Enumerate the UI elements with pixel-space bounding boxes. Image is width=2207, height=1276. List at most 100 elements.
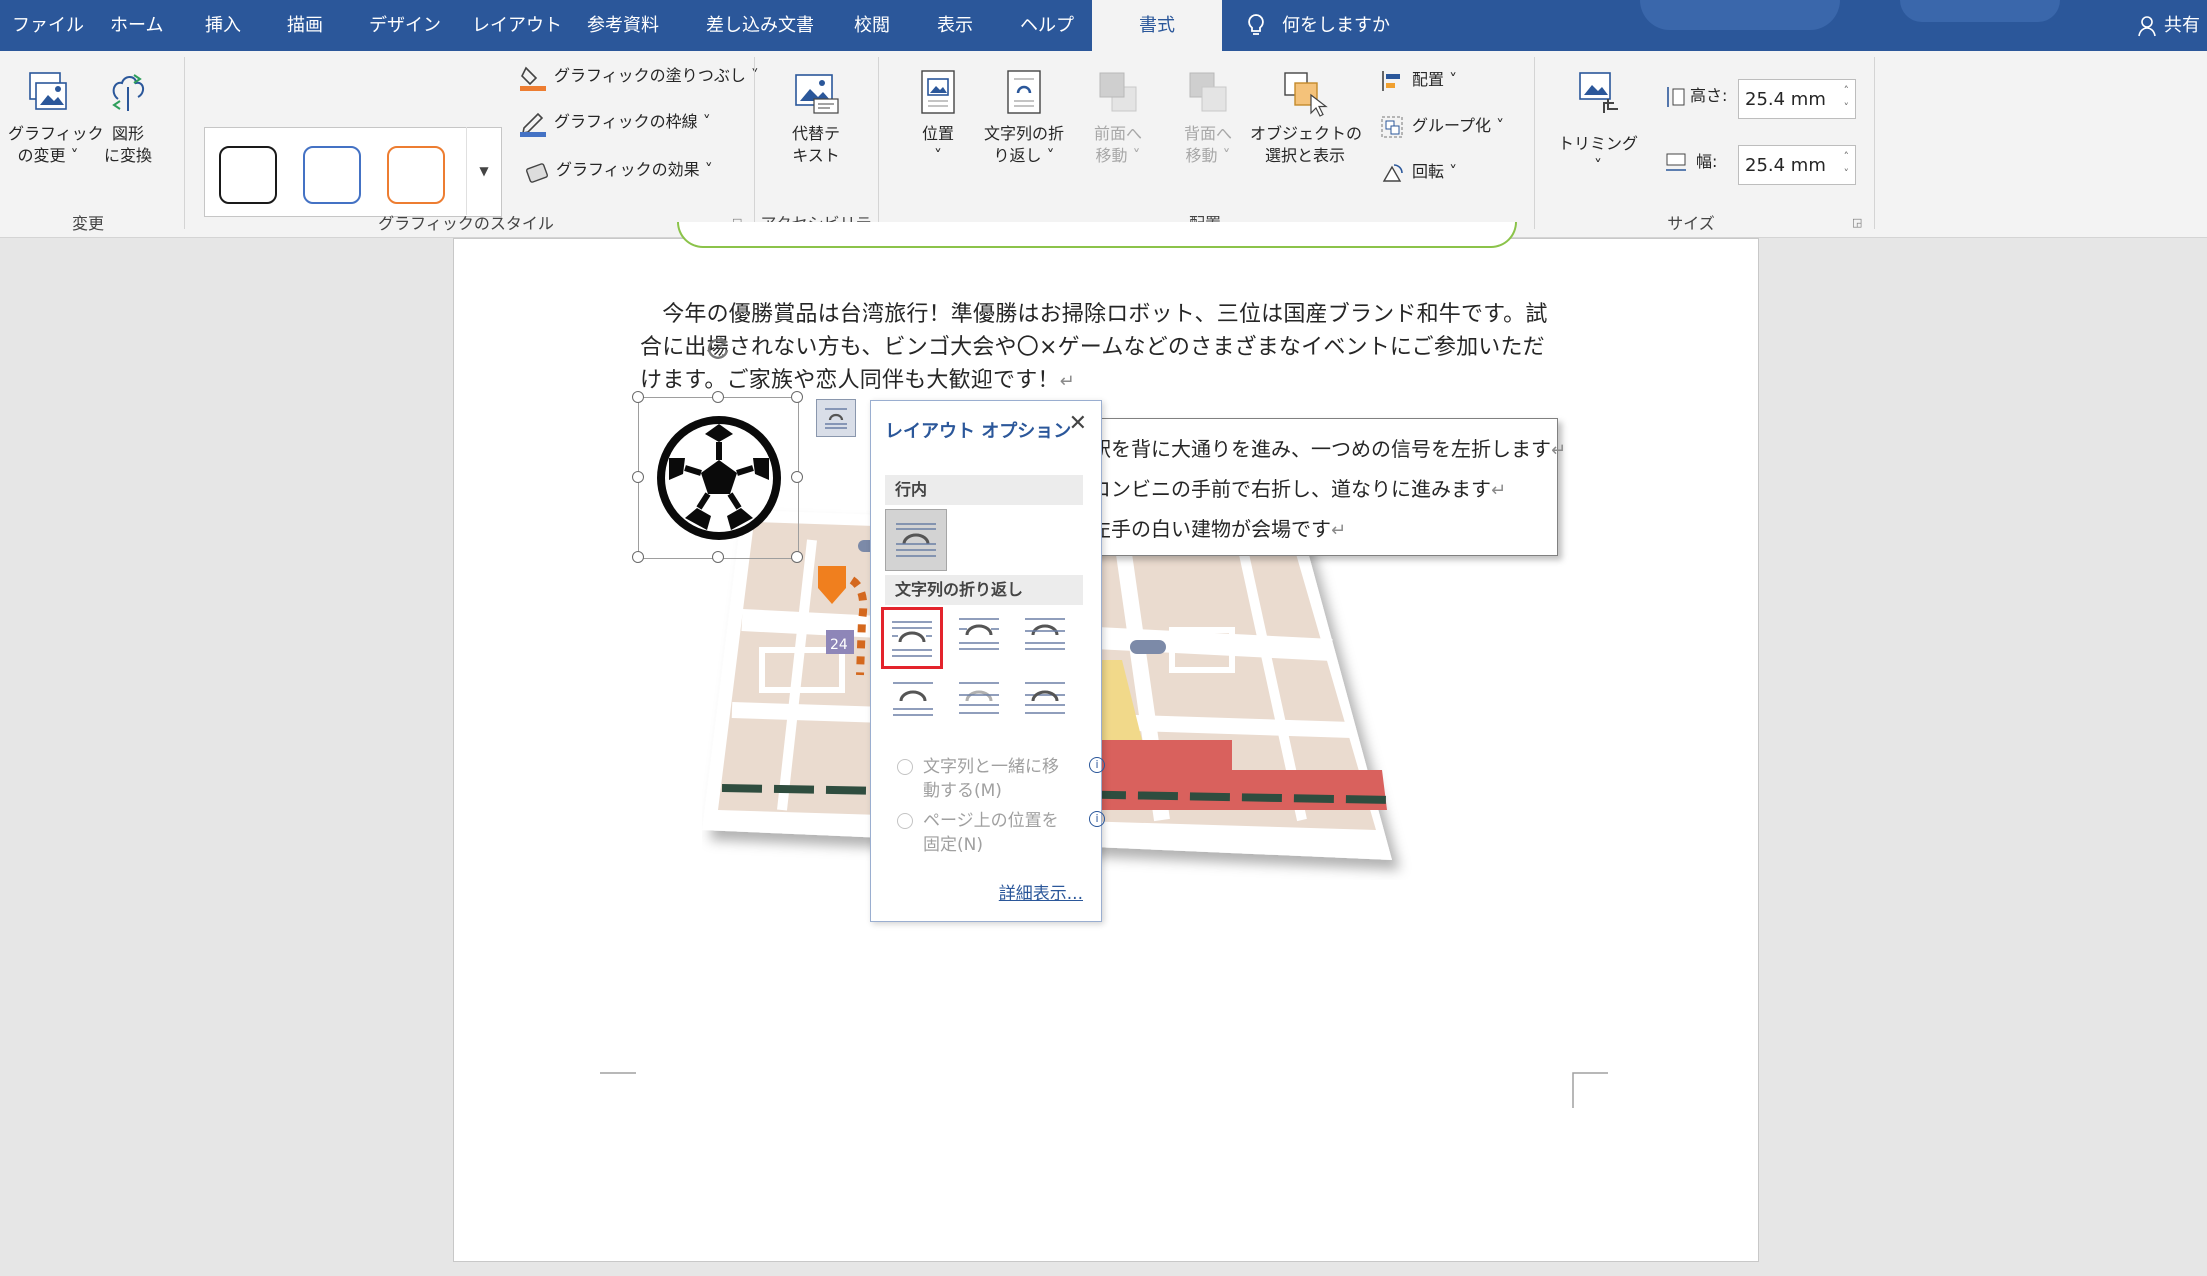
share-button[interactable]: 共有: [2138, 0, 2200, 51]
move-with-text-label: 文字列と一緒に移 動する(M): [923, 757, 1059, 801]
title-bar-decoration: [1900, 0, 2060, 22]
wrap-text-label: 文字列の折 り返し ˅: [983, 124, 1064, 165]
resize-handle[interactable]: [712, 391, 724, 403]
layout-options-icon: [825, 408, 847, 429]
height-input[interactable]: 25.4 mm ˄ ˅: [1738, 79, 1856, 119]
crop-icon: [1579, 72, 1618, 113]
body-paragraph[interactable]: 今年の優勝賞品は台湾旅行！準優勝はお掃除ロボット、三位は国産ブランド和牛です。試…: [640, 298, 1575, 398]
directions-text-box[interactable]: 駅を背に大通りを進み、一つめの信号を左折します↵ コンビニの手前で右折し、道なり…: [1030, 418, 1566, 556]
paragraph-line: 今年の優勝賞品は台湾旅行！準優勝はお掃除ロボット、三位は国産ブランド和牛です。試: [640, 302, 1548, 327]
convert-shape-icon: [112, 74, 144, 111]
ribbon-tab[interactable]: ホーム: [110, 0, 163, 51]
ribbon-tab[interactable]: レイアウト: [472, 0, 562, 51]
share-label: 共有: [2164, 15, 2200, 36]
wrap-square-option[interactable]: [881, 607, 943, 669]
info-icon[interactable]: i: [1089, 757, 1105, 773]
soccer-ball-graphic[interactable]: [638, 397, 799, 559]
wrap-square-icon: [892, 621, 932, 657]
spin-arrows-icon[interactable]: ˄ ˅: [1844, 82, 1850, 116]
alt-text-icon: [795, 74, 839, 114]
ribbon-tab[interactable]: ファイル: [12, 0, 84, 51]
align-button[interactable]: 配置 ˅: [1380, 65, 1457, 95]
ribbon-tab[interactable]: 描画: [287, 0, 323, 51]
layout-options-button[interactable]: [816, 399, 856, 437]
pencil-icon: [520, 112, 546, 137]
send-backward-icon: [1189, 72, 1227, 112]
resize-handle[interactable]: [632, 551, 644, 563]
bring-forward-button[interactable]: 前面へ 移動 ˅: [1082, 69, 1154, 167]
ribbon-tab[interactable]: 差し込み文書: [706, 0, 814, 51]
ribbon: グラフィック の変更 ˅ 図形 に変換 変更 ▼ グラフィックの塗りつぶし ˅ …: [0, 51, 2207, 255]
ribbon-tab[interactable]: ヘルプ: [1020, 0, 1074, 51]
send-backward-button[interactable]: 背面へ 移動 ˅: [1172, 69, 1244, 167]
position-icon: [921, 70, 955, 114]
wrap-in-front-option[interactable]: [1017, 671, 1079, 733]
wrap-tight-option[interactable]: [951, 607, 1013, 669]
gallery-more-button[interactable]: ▼: [466, 127, 501, 215]
change-graphic-button[interactable]: グラフィック の変更 ˅: [8, 69, 104, 167]
tell-me-label: 何をしますか: [1282, 15, 1390, 36]
rotate-button[interactable]: 回転 ˅: [1380, 157, 1457, 187]
style-swatch-blue[interactable]: [303, 146, 361, 204]
graphic-style-gallery[interactable]: [204, 127, 502, 217]
change-graphic-icon: [29, 72, 67, 110]
close-icon[interactable]: ✕: [1069, 411, 1087, 436]
resize-handle[interactable]: [791, 391, 803, 403]
height-icon: [1667, 86, 1685, 107]
resize-handle[interactable]: [791, 551, 803, 563]
ribbon-tab[interactable]: デザイン: [369, 0, 441, 51]
ribbon-tab[interactable]: 校閲: [854, 0, 890, 51]
ribbon-tab[interactable]: 参考資料: [587, 0, 659, 51]
width-input[interactable]: 25.4 mm ˄ ˅: [1738, 145, 1856, 185]
spin-arrows-icon[interactable]: ˄ ˅: [1844, 148, 1850, 182]
group-objects-button[interactable]: グループ化 ˅: [1380, 111, 1504, 141]
group-label-change: 変更: [71, 214, 104, 233]
style-swatch-black[interactable]: [219, 146, 277, 204]
move-with-text-radio[interactable]: [897, 759, 913, 775]
direction-line: 左手の白い建物が会場です↵: [1091, 517, 1347, 541]
group-label-graphic-styles: グラフィックのスタイル: [378, 214, 554, 233]
graphic-fill-button[interactable]: グラフィックの塗りつぶし ˅: [518, 61, 759, 91]
resize-handle[interactable]: [632, 471, 644, 483]
dialog-launcher-icon[interactable]: ◲: [1852, 217, 1864, 229]
resize-handle[interactable]: [791, 471, 803, 483]
wrap-text-icon: [1007, 70, 1041, 114]
graphic-outline-button[interactable]: グラフィックの枠線 ˅: [518, 107, 711, 137]
position-button[interactable]: 位置 ˅: [906, 69, 970, 167]
group-label-size: サイズ: [1667, 214, 1715, 233]
fix-position-radio[interactable]: [897, 813, 913, 829]
selection-pane-button[interactable]: オブジェクトの 選択と表示: [1250, 69, 1362, 167]
change-graphic-label: グラフィック の変更 ˅: [8, 124, 104, 165]
wrap-through-option[interactable]: [1017, 607, 1079, 669]
resize-handle[interactable]: [632, 391, 644, 403]
wrap-text-button[interactable]: 文字列の折 り返し ˅: [976, 69, 1072, 167]
graphic-effects-label: グラフィックの効果 ˅: [556, 160, 713, 179]
ribbon-tab[interactable]: 挿入: [205, 0, 241, 51]
svg-text:24: 24: [830, 637, 848, 653]
tab-format[interactable]: 書式: [1092, 0, 1222, 51]
convert-to-shape-button[interactable]: 図形 に変換: [96, 69, 160, 167]
position-label: 位置 ˅: [921, 124, 954, 165]
tell-me-box[interactable]: 何をしますか: [1246, 0, 1390, 51]
style-swatch-orange[interactable]: [387, 146, 445, 204]
wrap-behind-icon: [959, 682, 999, 714]
wrap-behind-text-option[interactable]: [951, 671, 1013, 733]
ribbon-tab[interactable]: 表示: [937, 0, 973, 51]
green-rounded-shape: [677, 222, 1517, 248]
wrap-inline-with-text-option[interactable]: [885, 509, 947, 571]
rotate-handle-icon[interactable]: [704, 334, 732, 362]
group-divider: [754, 57, 755, 229]
layout-options-panel: レイアウト オプション ✕ 行内 文字列の折り返し 文字列と一緒に移 動する(M…: [870, 400, 1105, 922]
graphic-effects-button[interactable]: グラフィックの効果 ˅: [524, 155, 713, 185]
title-bar-decoration: [1640, 0, 1840, 30]
info-icon[interactable]: i: [1089, 811, 1105, 827]
wrap-top-bottom-option[interactable]: [885, 671, 947, 733]
resize-handle[interactable]: [712, 551, 724, 563]
crop-button[interactable]: トリミング ˅: [1554, 69, 1642, 177]
see-more-link[interactable]: 詳細表示...: [999, 879, 1083, 904]
direction-line: 駅を背に大通りを進み、一つめの信号を左折します↵: [1091, 437, 1567, 461]
wrap-tight-icon: [959, 618, 999, 650]
alt-text-button[interactable]: 代替テ キスト: [778, 69, 854, 167]
paragraph-mark: ↵: [1059, 371, 1075, 392]
height-label: 高さ:: [1690, 86, 1728, 105]
